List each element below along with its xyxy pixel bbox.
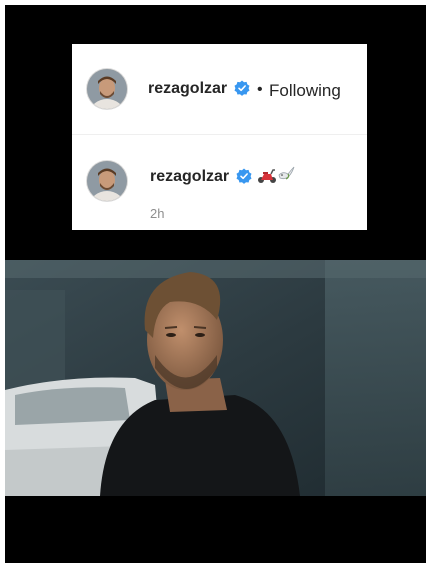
video-frame-image	[5, 260, 426, 496]
scooter-emoji-icon	[258, 169, 276, 183]
username[interactable]: rezagolzar	[148, 80, 227, 98]
caption-avatar[interactable]	[87, 161, 127, 201]
dove-emoji-icon	[278, 166, 295, 180]
video-still[interactable]	[5, 260, 426, 496]
following-button[interactable]: Following	[269, 81, 341, 101]
screenshot-frame: rezagolzar • Following rezagolzar 2h	[5, 5, 426, 563]
post-header: rezagolzar • Following	[72, 44, 367, 135]
caption-username[interactable]: rezagolzar	[150, 168, 229, 186]
avatar[interactable]	[87, 69, 127, 109]
verified-badge-icon	[234, 80, 250, 96]
verified-badge-icon	[236, 168, 252, 184]
profile-photo-icon	[87, 69, 127, 109]
post-timestamp[interactable]: 2h	[150, 206, 164, 221]
post-header-card: rezagolzar • Following rezagolzar 2h	[72, 44, 367, 230]
profile-photo-icon	[87, 161, 127, 201]
separator-dot: •	[257, 81, 263, 98]
